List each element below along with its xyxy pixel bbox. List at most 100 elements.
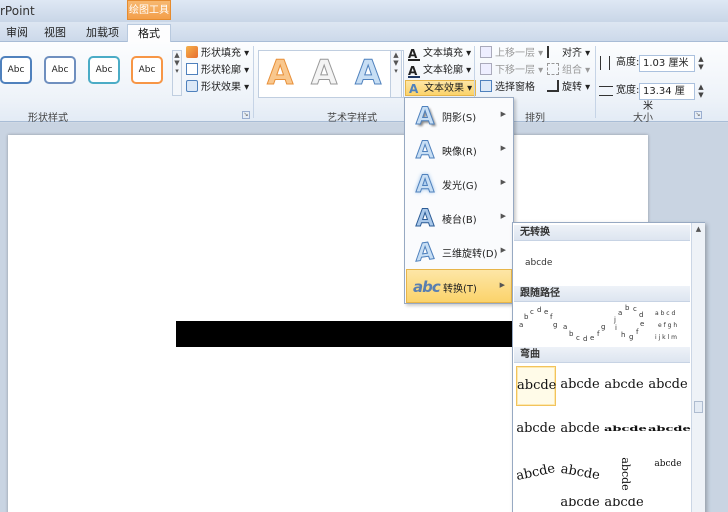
warp-arch-down-option[interactable]: abcde xyxy=(557,451,603,497)
svg-text:c: c xyxy=(576,334,580,342)
text-outline-button[interactable]: A 文本轮廓 ▾ xyxy=(408,63,471,79)
selection-pane-button[interactable]: 选择窗格 xyxy=(480,80,535,96)
width-input[interactable]: 13.34 厘米 xyxy=(639,83,695,112)
text-fill-icon: A xyxy=(408,48,420,61)
menu-item-reflection[interactable]: A 映像(R) ▶ xyxy=(406,133,512,167)
warp-wave-option[interactable]: abcde xyxy=(560,498,600,510)
text-outline-icon: A xyxy=(408,65,420,78)
svg-text:j: j xyxy=(613,316,616,324)
warp-arch-option[interactable]: abcde xyxy=(560,366,600,406)
warp-triangle-option[interactable]: abcde xyxy=(604,368,644,404)
wordart-style-gallery[interactable]: A A A xyxy=(258,50,404,98)
text-effects-icon: A xyxy=(409,82,419,96)
shape-styles-launcher-icon[interactable]: ↘ xyxy=(242,111,250,119)
warp-circle-option[interactable]: abcde xyxy=(604,454,644,494)
group-separator xyxy=(253,46,254,118)
warp-ring-option[interactable]: abcde xyxy=(604,418,647,442)
transform-submenu-scrollbar[interactable]: ▲ xyxy=(691,223,705,512)
align-button[interactable]: 对齐 ▾ xyxy=(547,46,590,62)
svg-text:i j k l m: i j k l m xyxy=(655,334,677,341)
warp-plain-option[interactable]: abcde xyxy=(516,366,556,406)
rotate-button[interactable]: 旋转 ▾ xyxy=(547,80,590,96)
tab-addins[interactable]: 加载项 xyxy=(80,24,125,42)
svg-text:b: b xyxy=(569,330,574,338)
submenu-arrow-icon: ▶ xyxy=(500,178,506,186)
svg-text:d: d xyxy=(639,311,643,319)
warp-chevron-up-option[interactable]: abcde xyxy=(516,410,556,450)
bevel-effect-icon: A xyxy=(415,204,435,232)
shape-style-preset-1[interactable]: Abc xyxy=(0,56,32,84)
send-backward-icon xyxy=(480,63,492,75)
svg-text:e: e xyxy=(544,308,548,316)
shape-style-preset-4[interactable]: Abc xyxy=(131,56,163,84)
svg-text:a b c d: a b c d xyxy=(655,310,676,317)
submenu-arrow-icon: ▶ xyxy=(500,110,506,118)
group-button[interactable]: 组合 ▾ xyxy=(547,63,590,79)
menu-item-3d-rotation[interactable]: A 三维旋转(D) ▶ xyxy=(406,235,512,269)
path-circle-option[interactable]: ab cdefghij xyxy=(613,304,644,341)
wordart-styles-group-label: 艺术字样式 xyxy=(327,113,377,124)
group-separator xyxy=(595,46,596,118)
follow-path-section-header: 跟随路径 xyxy=(514,286,690,302)
submenu-arrow-icon: ▶ xyxy=(499,281,505,289)
svg-text:a: a xyxy=(563,323,567,331)
warp-chevron-down-option[interactable]: abcde xyxy=(560,410,600,450)
svg-text:f: f xyxy=(597,330,600,338)
scroll-up-arrow-icon[interactable]: ▲ xyxy=(694,225,703,235)
warp-button-option[interactable]: abcde xyxy=(648,454,688,494)
tab-format[interactable]: 格式 xyxy=(127,24,171,42)
submenu-arrow-icon: ▶ xyxy=(500,246,506,254)
size-launcher-icon[interactable]: ↘ xyxy=(694,111,702,119)
wordart-sample-2[interactable]: A xyxy=(310,53,337,94)
warp-wave-2-option[interactable]: abcde xyxy=(604,498,644,510)
bring-forward-button[interactable]: 上移一层 ▾ xyxy=(480,46,543,62)
reflection-effect-icon: A xyxy=(415,136,435,164)
shape-outline-button[interactable]: 形状轮廓 ▾ xyxy=(186,63,249,79)
height-input[interactable]: 1.03 厘米 xyxy=(639,55,695,72)
tab-review[interactable]: 审阅 xyxy=(0,24,34,42)
width-icon xyxy=(599,86,613,96)
shape-effects-button[interactable]: 形状效果 ▾ xyxy=(186,80,249,96)
tab-view[interactable]: 视图 xyxy=(38,24,72,42)
height-spinner[interactable]: ▲ ▼ xyxy=(697,55,705,71)
wordart-sample-3[interactable]: A xyxy=(354,53,381,94)
height-label: 高度: xyxy=(616,57,640,68)
no-transform-option[interactable]: abcde xyxy=(525,258,552,268)
width-spinner[interactable]: ▲ ▼ xyxy=(697,83,705,99)
svg-text:f: f xyxy=(636,328,639,336)
scrollbar-thumb[interactable] xyxy=(694,401,703,413)
menu-item-bevel[interactable]: A 棱台(B) ▶ xyxy=(406,201,512,235)
path-button-option[interactable]: a b c d e f g h i j k l m xyxy=(655,310,677,341)
wordart-gallery-scroll[interactable]: ▲ ▼ ▾ xyxy=(390,50,402,98)
shape-fill-button[interactable]: 形状填充 ▾ xyxy=(186,46,249,62)
menu-item-transform[interactable]: abc 转换(T) ▶ xyxy=(406,269,512,303)
shape-style-preset-3[interactable]: Abc xyxy=(88,56,120,84)
rotate-icon xyxy=(547,80,559,92)
bring-forward-icon xyxy=(480,46,492,58)
submenu-arrow-icon: ▶ xyxy=(500,144,506,152)
menu-item-shadow[interactable]: A 阴影(S) ▶ xyxy=(406,99,512,133)
svg-text:e f g h: e f g h xyxy=(658,322,677,329)
shape-styles-group-label: 形状样式 xyxy=(28,113,68,124)
text-fill-button[interactable]: A 文本填充 ▾ xyxy=(408,46,471,62)
selected-textbox-shape[interactable] xyxy=(176,321,516,347)
submenu-arrow-icon: ▶ xyxy=(500,212,506,220)
3d-rotation-effect-icon: A xyxy=(415,236,435,268)
warp-ring-inside-option[interactable]: abcde xyxy=(648,418,691,442)
text-effects-button[interactable]: A 文本效果 ▾ xyxy=(405,80,477,96)
shape-style-preset-2[interactable]: Abc xyxy=(44,56,76,84)
svg-text:a: a xyxy=(618,309,622,317)
path-arch-down-option[interactable]: ab c d e fg xyxy=(563,323,605,343)
svg-text:c: c xyxy=(633,305,637,313)
app-title: rPoint xyxy=(0,4,35,18)
path-arch-up-option[interactable]: abc d efg xyxy=(519,306,557,329)
warp-inflate-top-option[interactable]: abcde xyxy=(648,366,688,406)
svg-text:i: i xyxy=(615,324,617,332)
menu-item-glow[interactable]: A 发光(G) ▶ xyxy=(406,167,512,201)
svg-text:c: c xyxy=(530,308,534,316)
wordart-sample-1[interactable]: A xyxy=(266,53,293,94)
warp-arch-up-option[interactable]: abcde xyxy=(512,450,559,497)
send-backward-button[interactable]: 下移一层 ▾ xyxy=(480,63,543,79)
svg-text:d: d xyxy=(583,335,587,343)
shape-style-gallery-scroll[interactable]: ▲ ▼ ▾ xyxy=(172,50,182,96)
